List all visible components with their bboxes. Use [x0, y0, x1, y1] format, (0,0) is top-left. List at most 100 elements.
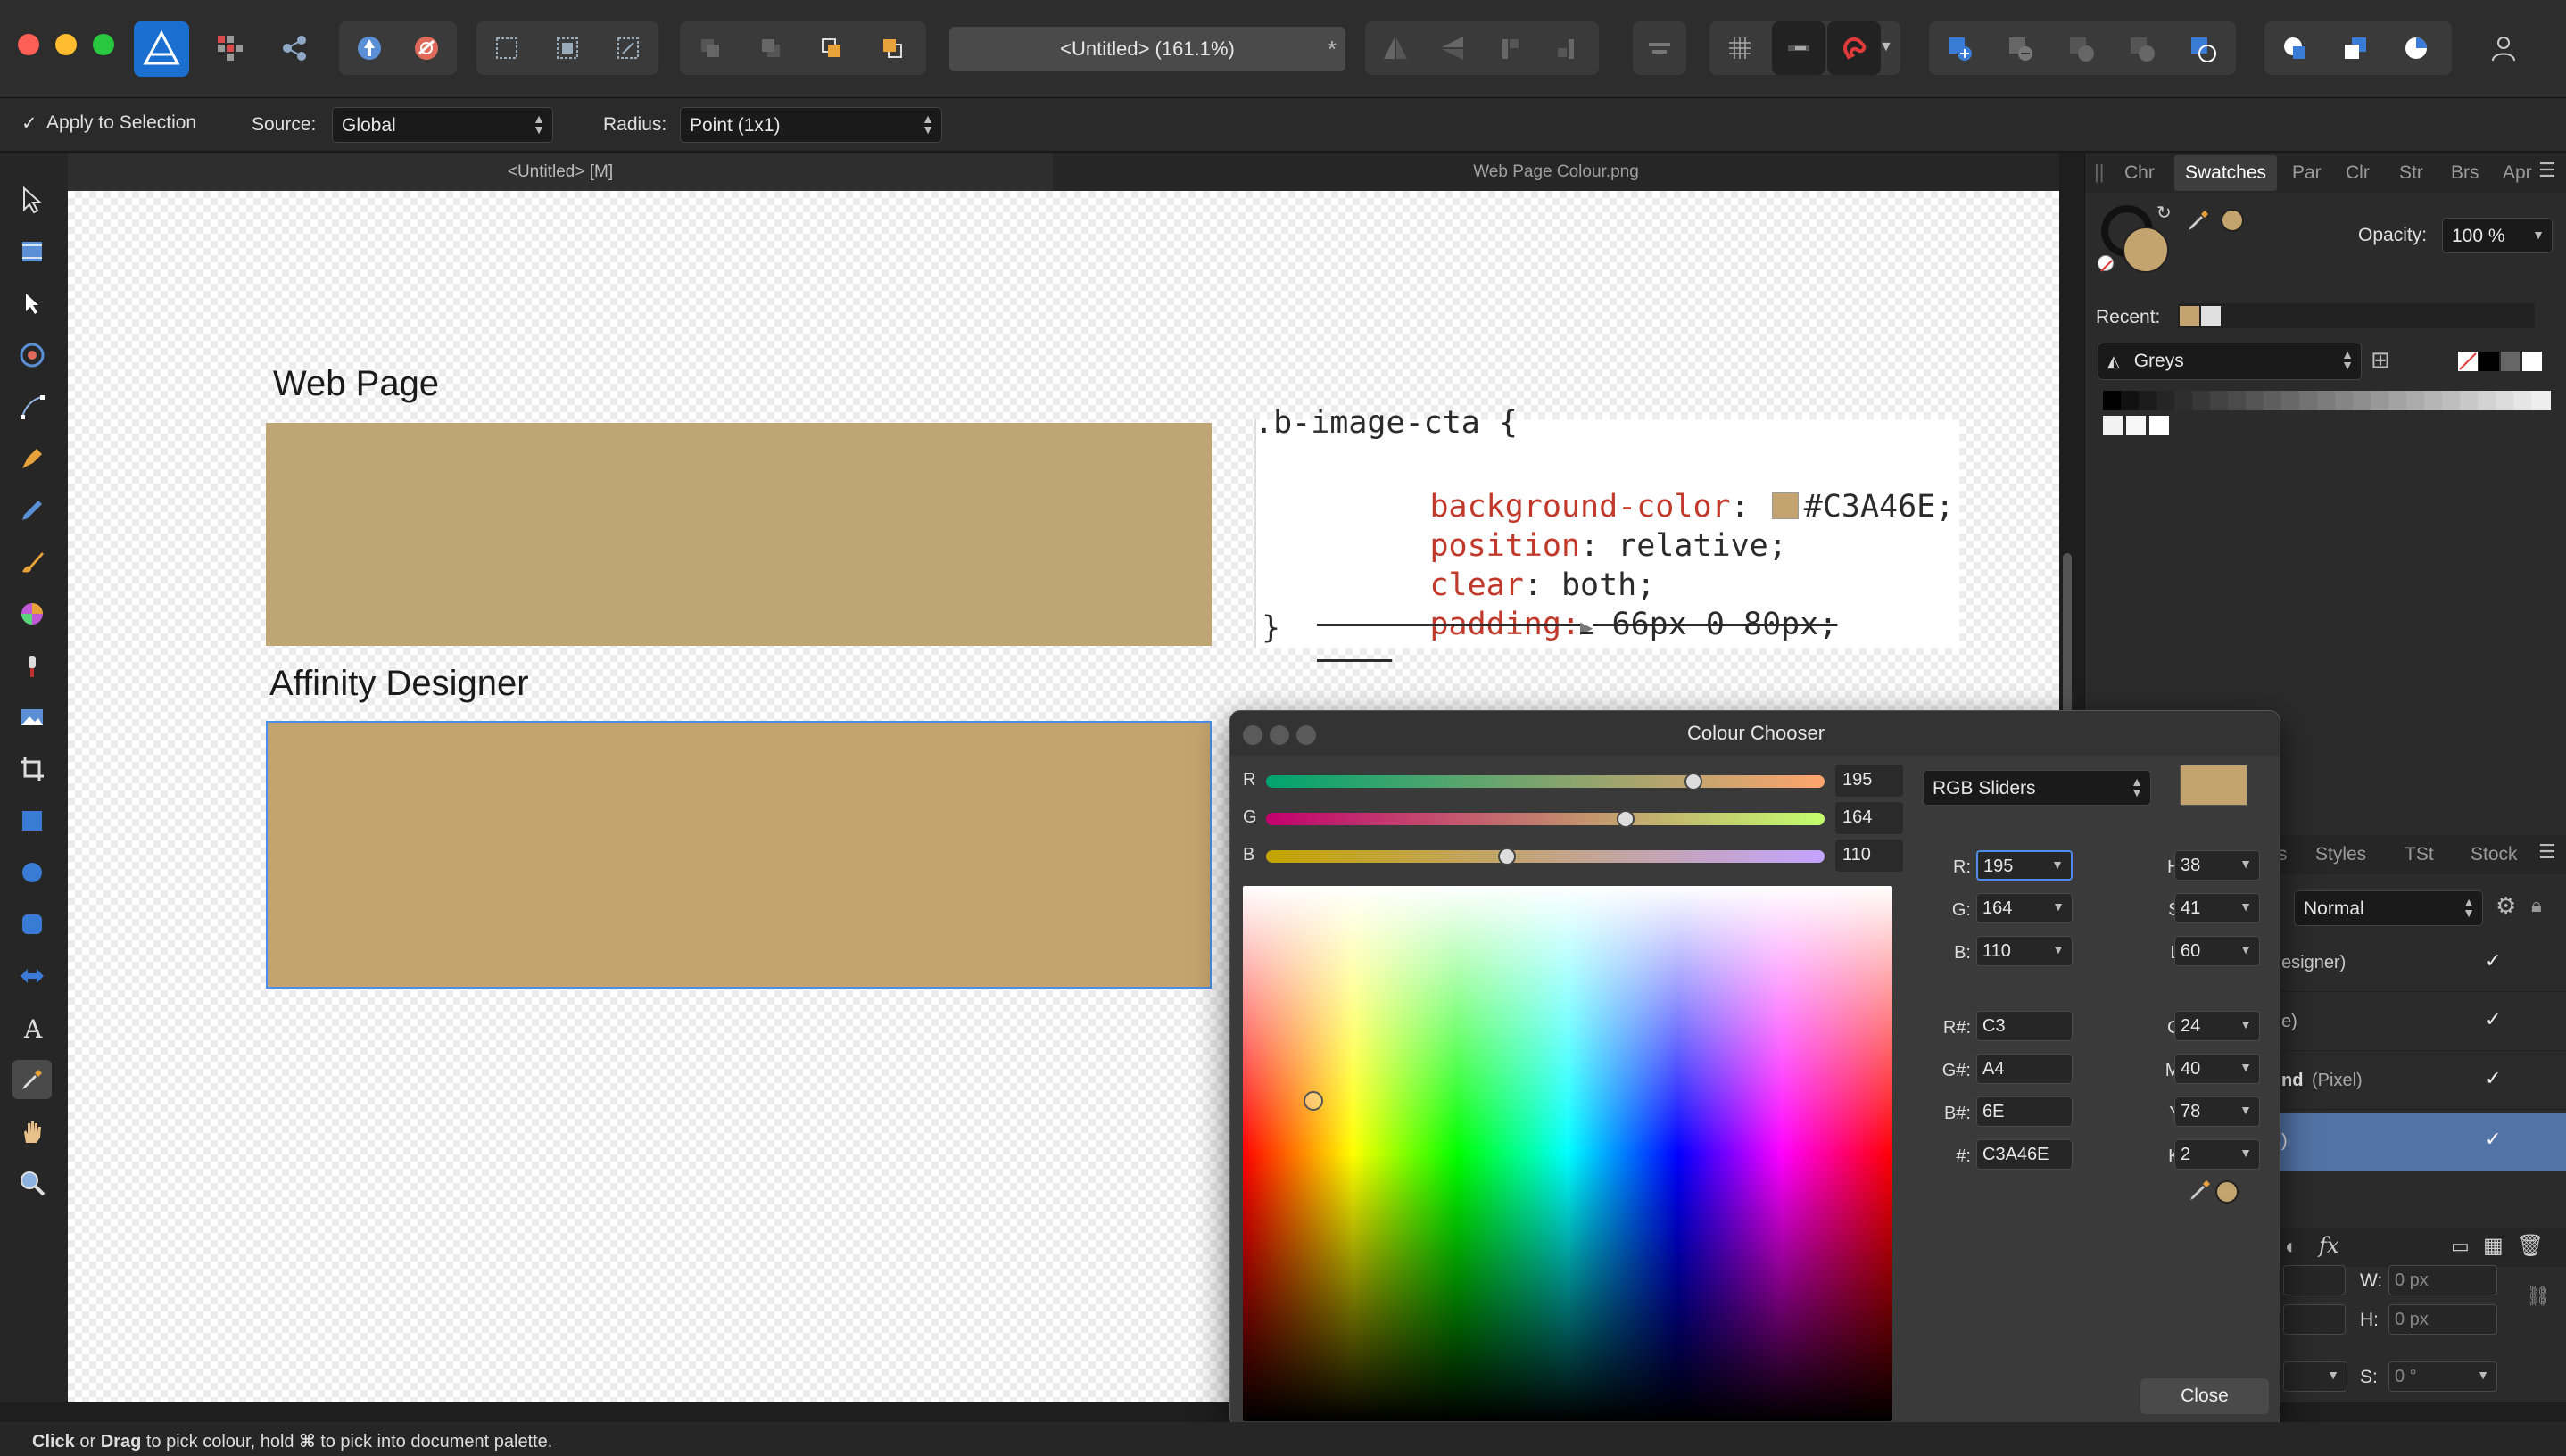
palette-select[interactable]: ◭ Greys ▲ ▼ — [2098, 343, 2362, 380]
grey-swatch[interactable] — [2424, 391, 2444, 410]
back-one-icon[interactable] — [683, 21, 737, 75]
flip-horizontal-icon[interactable] — [1369, 21, 1422, 75]
fill-tool-icon[interactable] — [12, 594, 52, 633]
grey-swatch[interactable] — [2174, 391, 2194, 410]
dialog-zoom-dot[interactable] — [1296, 725, 1316, 745]
grey-swatch[interactable] — [2103, 416, 2123, 435]
grey-swatch[interactable] — [2139, 391, 2158, 410]
red-slider-thumb[interactable] — [1684, 773, 1702, 790]
account-icon[interactable] — [2477, 21, 2530, 75]
shear-field[interactable]: 0 ° ▼ — [2388, 1361, 2497, 1392]
grey-swatch[interactable] — [2501, 352, 2520, 371]
rgb-field-5[interactable]: 6E — [1976, 1096, 2073, 1127]
dropdown-caret-icon[interactable]: ▼ — [2052, 942, 2065, 956]
arrow-shape-tool-icon[interactable] — [12, 956, 52, 996]
white-swatch[interactable] — [2522, 352, 2542, 371]
palette-options-icon[interactable]: ⊞ — [2371, 346, 2390, 374]
dropdown-caret-icon[interactable]: ▼ — [2239, 1146, 2252, 1160]
rotate-right-icon[interactable] — [1540, 21, 1593, 75]
layer-visibility-check[interactable]: ✓ — [2485, 1067, 2501, 1090]
dropdown-caret-icon[interactable]: ▼ — [2239, 1060, 2252, 1074]
rounded-rectangle-tool-icon[interactable] — [12, 905, 52, 944]
grey-swatch[interactable] — [2281, 391, 2301, 410]
red-slider-track[interactable] — [1266, 775, 1825, 788]
tab-styles[interactable]: Styles — [2315, 844, 2366, 865]
pen-node-tool-icon[interactable] — [12, 387, 52, 426]
rgb-field-1[interactable]: 164 ▼ — [1976, 893, 2073, 923]
grey-swatch[interactable] — [2478, 391, 2497, 410]
blue-value-box[interactable]: 110 — [1835, 840, 1903, 872]
y-field[interactable] — [2283, 1304, 2346, 1335]
grey-swatch[interactable] — [2192, 391, 2212, 410]
place-image-tool-icon[interactable] — [12, 698, 52, 737]
grey-swatch[interactable] — [2531, 391, 2551, 410]
grey-swatch[interactable] — [2513, 391, 2533, 410]
dialog-picker-icon[interactable] — [2187, 1177, 2214, 1204]
deselect-icon[interactable] — [541, 21, 594, 75]
crop-tool-icon[interactable] — [12, 749, 52, 789]
tab-text-styles[interactable]: TSt — [2405, 844, 2434, 865]
colour-picker-tool-icon[interactable] — [12, 1060, 52, 1099]
close-button[interactable]: Close — [2140, 1378, 2269, 1414]
liquify-persona-icon[interactable] — [343, 21, 396, 75]
insert-top-icon[interactable] — [2389, 21, 2443, 75]
recent-swatch[interactable] — [2201, 306, 2221, 326]
tab-paragraph[interactable]: Par — [2292, 162, 2322, 184]
blue-slider-thumb[interactable] — [1497, 848, 1516, 865]
xor-boolean-icon[interactable] — [2115, 21, 2168, 75]
grey-swatch[interactable] — [2156, 391, 2176, 410]
grey-swatch[interactable] — [2126, 416, 2146, 435]
text-tool-icon[interactable]: A — [12, 1008, 52, 1047]
invert-selection-icon[interactable] — [601, 21, 655, 75]
node-tool-icon[interactable] — [12, 284, 52, 323]
zoom-window-button[interactable] — [93, 34, 114, 55]
hand-tool-icon[interactable] — [12, 1112, 52, 1151]
grey-swatch[interactable] — [2317, 391, 2337, 410]
hsl-cmyk-field-6[interactable]: 2 ▼ — [2174, 1139, 2260, 1170]
grey-swatch[interactable] — [2264, 391, 2283, 410]
zoom-tool-icon[interactable] — [12, 1163, 52, 1203]
view-rotate-tool-icon[interactable] — [12, 335, 52, 375]
brush-tool-icon[interactable] — [12, 542, 52, 582]
dialog-picked-swatch[interactable] — [2215, 1180, 2239, 1204]
recent-swatch[interactable] — [2180, 306, 2199, 326]
layer-visibility-check[interactable]: ✓ — [2485, 949, 2501, 972]
red-value-box[interactable]: 195 — [1835, 765, 1903, 797]
insert-inside-icon[interactable] — [2268, 21, 2322, 75]
tab-brushes[interactable]: Brs — [2451, 162, 2479, 184]
black-swatch[interactable] — [2479, 352, 2499, 371]
delete-layer-icon[interactable]: 🗑︎ — [2517, 1233, 2544, 1259]
swap-colours-icon[interactable]: ↻ — [2156, 202, 2172, 224]
affinity-photo-logo-icon[interactable] — [134, 21, 189, 77]
move-tool-icon[interactable] — [12, 180, 52, 219]
grey-swatch[interactable] — [2210, 391, 2230, 410]
settings-gear-icon[interactable]: ⚙ — [2496, 892, 2516, 920]
mask-icon[interactable]: ▦ — [2483, 1233, 2504, 1259]
grid-icon[interactable] — [1713, 21, 1767, 75]
to-back-icon[interactable] — [865, 21, 919, 75]
grey-swatch[interactable] — [2299, 391, 2319, 410]
dialog-minimize-dot[interactable] — [1270, 725, 1289, 745]
align-icon[interactable] — [1633, 21, 1686, 75]
blend-mode-select[interactable]: Normal ▲ ▼ — [2294, 890, 2483, 926]
flip-vertical-icon[interactable] — [1426, 21, 1479, 75]
dropdown-caret-icon[interactable]: ▼ — [2239, 899, 2252, 914]
hsl-cmyk-field-3[interactable]: 24 ▼ — [2174, 1011, 2260, 1041]
source-select[interactable]: Global ▲ ▼ — [332, 107, 553, 143]
persona-grid-icon[interactable] — [203, 21, 257, 75]
grey-swatch[interactable] — [2353, 391, 2372, 410]
tab-swatches[interactable]: Swatches — [2174, 155, 2278, 191]
insert-behind-icon[interactable] — [2329, 21, 2382, 75]
dropdown-caret-icon[interactable]: ▼ — [2239, 1017, 2252, 1031]
pen-tool-icon[interactable] — [12, 439, 52, 478]
grey-swatch[interactable] — [2149, 416, 2169, 435]
grey-swatch[interactable] — [2246, 391, 2265, 410]
subtract-boolean-icon[interactable] — [1993, 21, 2047, 75]
forward-one-icon[interactable] — [744, 21, 798, 75]
minimize-window-button[interactable] — [55, 34, 77, 55]
apply-checkbox[interactable]: ✓ — [21, 112, 37, 135]
rectangle-tool-icon[interactable] — [12, 801, 52, 840]
hsl-cmyk-field-5[interactable]: 78 ▼ — [2174, 1096, 2260, 1127]
tab-untitled[interactable]: <Untitled> [M] — [68, 153, 1053, 191]
rotation-field[interactable]: ▼ — [2283, 1361, 2347, 1392]
